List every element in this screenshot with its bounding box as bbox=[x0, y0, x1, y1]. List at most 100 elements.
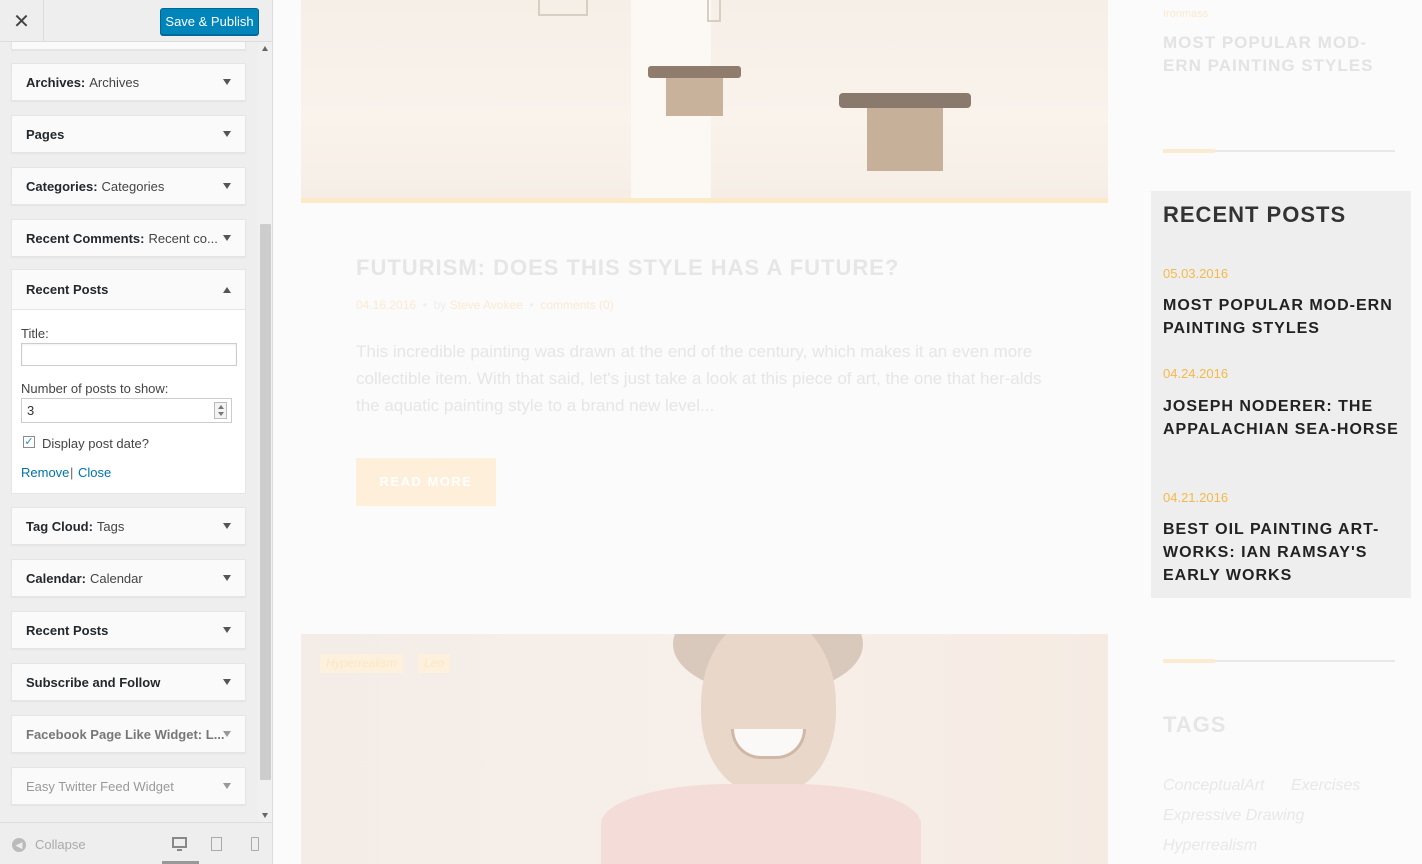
meta-bullet: • bbox=[419, 298, 434, 312]
post-by: by bbox=[433, 298, 447, 312]
widget-recent-posts-expanded: Recent Posts Title: Number of posts to s… bbox=[11, 269, 246, 494]
chevron-down-icon[interactable] bbox=[223, 523, 231, 529]
number-of-posts-stepper[interactable]: 3 bbox=[21, 398, 232, 423]
widget-title: Tag Cloud: bbox=[26, 518, 93, 534]
close-link[interactable]: Close bbox=[78, 465, 111, 480]
widget-title: Subscribe and Follow bbox=[26, 674, 161, 690]
widget-title: Easy Twitter Feed Widget bbox=[26, 778, 174, 794]
scroll-down-icon[interactable] bbox=[262, 813, 268, 818]
widget-subscribe-follow[interactable]: Subscribe and Follow bbox=[11, 663, 246, 701]
chevron-down-icon[interactable] bbox=[223, 679, 231, 685]
post-comments[interactable]: comments (0) bbox=[540, 298, 613, 312]
sidebar-item-category[interactable]: Ironmass bbox=[1163, 8, 1208, 20]
recent-post-date: 04.21.2016 bbox=[1163, 490, 1229, 505]
chevron-down-icon[interactable] bbox=[223, 79, 231, 85]
tags-heading: TAGS bbox=[1163, 712, 1227, 737]
widget-subtitle: Recent co... bbox=[148, 230, 218, 246]
widget-pages[interactable]: Pages bbox=[11, 115, 246, 153]
tag-pill[interactable]: Hyperrealism bbox=[320, 654, 403, 673]
chevron-down-icon[interactable] bbox=[223, 783, 231, 789]
tag-link[interactable]: Exercises bbox=[1291, 777, 1360, 795]
customizer-header: ✕ Save & Publish bbox=[0, 0, 272, 42]
widget-facebook-page-like[interactable]: Facebook Page Like Widget: L... bbox=[11, 715, 246, 753]
recent-post-date: 05.03.2016 bbox=[1163, 266, 1229, 281]
tag-link[interactable]: ConceptualArt bbox=[1163, 777, 1264, 795]
widget-subtitle: Categories bbox=[101, 178, 165, 194]
widget-subtitle: Archives bbox=[89, 74, 140, 90]
post-title[interactable]: FUTURISM: DOES THIS STYLE HAS A FUTURE? bbox=[356, 255, 899, 281]
chevron-down-icon[interactable] bbox=[223, 627, 231, 633]
sidebar-divider bbox=[1163, 659, 1395, 663]
display-date-label: Display post date? bbox=[42, 436, 149, 451]
link-separator: | bbox=[70, 465, 74, 480]
widget-title: Calendar: bbox=[26, 570, 86, 586]
desktop-preview-icon[interactable] bbox=[172, 837, 187, 851]
read-more-button[interactable]: READ MORE bbox=[356, 458, 496, 506]
recent-post-title[interactable]: JOSEPH NODERER: THE APPALACHIAN SEA-HORS… bbox=[1163, 395, 1403, 441]
scrollbar[interactable] bbox=[258, 42, 272, 822]
widget-subtitle: Calendar bbox=[89, 570, 143, 586]
meta-bullet: • bbox=[526, 298, 541, 312]
chevron-down-icon[interactable] bbox=[223, 235, 231, 241]
widget-title: Recent Posts bbox=[26, 622, 109, 638]
chevron-down-icon[interactable] bbox=[223, 183, 231, 189]
widget-title: Pages bbox=[26, 126, 65, 142]
number-value: 3 bbox=[27, 403, 35, 418]
sidebar-divider bbox=[1163, 149, 1395, 153]
tag-pill[interactable]: Leo bbox=[418, 654, 451, 673]
widget-title: Archives: bbox=[26, 74, 86, 90]
widget-recent-comments[interactable]: Recent Comments: Recent co... bbox=[11, 219, 246, 257]
post-featured-image[interactable]: Hyperrealism Leo bbox=[301, 634, 1108, 864]
post-author[interactable]: Steve Avokee bbox=[450, 298, 523, 312]
sidebar-item-title[interactable]: MOST POPULAR MOD-ERN PAINTING STYLES bbox=[1163, 31, 1403, 77]
photo-face bbox=[701, 634, 836, 794]
post-meta: 04.16.2016 • by Steve Avokee • comments … bbox=[356, 298, 614, 312]
chevron-down-icon[interactable] bbox=[223, 731, 231, 737]
widget-subtitle: Tags bbox=[96, 518, 125, 534]
site-preview: FUTURISM: DOES THIS STYLE HAS A FUTURE? … bbox=[274, 0, 1422, 864]
picture-frame bbox=[538, 0, 588, 16]
display-date-checkbox[interactable]: ✓ bbox=[23, 436, 35, 448]
widgets-list: Archives: Archives Pages Categories: Cat… bbox=[0, 42, 258, 822]
widget-title: Facebook Page Like Widget: L... bbox=[26, 726, 225, 742]
widget-tag-cloud[interactable]: Tag Cloud: Tags bbox=[11, 507, 246, 545]
widget-archives[interactable]: Archives: Archives bbox=[11, 63, 246, 101]
scroll-up-icon[interactable] bbox=[262, 46, 268, 51]
widget-calendar[interactable]: Calendar: Calendar bbox=[11, 559, 246, 597]
close-icon[interactable]: ✕ bbox=[0, 0, 44, 42]
customizer-panel: ✕ Save & Publish Archives: Archives Page… bbox=[0, 0, 273, 864]
scrollbar-thumb[interactable] bbox=[260, 224, 271, 780]
widget-categories[interactable]: Categories: Categories bbox=[11, 167, 246, 205]
title-label: Title: bbox=[21, 326, 49, 341]
spinner-icon[interactable] bbox=[214, 402, 227, 419]
collapse-label: Collapse bbox=[35, 837, 86, 852]
chevron-down-icon[interactable] bbox=[223, 575, 231, 581]
post-excerpt: This incredible painting was drawn at th… bbox=[356, 342, 1042, 415]
widget-easy-twitter-feed[interactable]: Easy Twitter Feed Widget bbox=[11, 767, 246, 805]
post-date[interactable]: 04.16.2016 bbox=[356, 298, 416, 312]
save-publish-button[interactable]: Save & Publish bbox=[160, 8, 259, 35]
widget-title: Recent Comments: bbox=[26, 230, 145, 246]
collapse-arrow-icon: ◀ bbox=[12, 837, 26, 852]
collapse-button[interactable]: ◀ Collapse bbox=[12, 837, 86, 852]
tag-link[interactable]: Hyperrealism bbox=[1163, 837, 1257, 855]
widget-partial-top bbox=[11, 42, 246, 50]
widget-recent-posts-header[interactable]: Recent Posts bbox=[12, 270, 245, 310]
post-featured-image[interactable] bbox=[301, 0, 1108, 198]
customizer-footer: ◀ Collapse bbox=[0, 822, 272, 864]
chevron-down-icon[interactable] bbox=[223, 131, 231, 137]
widget-title: Categories: bbox=[26, 178, 98, 194]
recent-post-title[interactable]: MOST POPULAR MOD-ERN PAINTING STYLES bbox=[1163, 294, 1403, 340]
chevron-up-icon[interactable] bbox=[223, 287, 231, 293]
recent-posts-widget: RECENT POSTS 05.03.2016 MOST POPULAR MOD… bbox=[1151, 191, 1411, 598]
tablet-preview-icon[interactable] bbox=[211, 837, 222, 851]
widget-recent-posts[interactable]: Recent Posts bbox=[11, 611, 246, 649]
bench bbox=[648, 66, 741, 116]
tag-link[interactable]: Expressive Drawing bbox=[1163, 807, 1304, 825]
recent-post-title[interactable]: BEST OIL PAINTING ART-WORKS: IAN RAMSAY'… bbox=[1163, 518, 1403, 587]
mobile-preview-icon[interactable] bbox=[251, 837, 259, 851]
image-accent-bar bbox=[301, 198, 1108, 203]
title-input[interactable] bbox=[21, 343, 237, 366]
picture-frame bbox=[707, 0, 721, 22]
remove-link[interactable]: Remove bbox=[21, 465, 69, 480]
